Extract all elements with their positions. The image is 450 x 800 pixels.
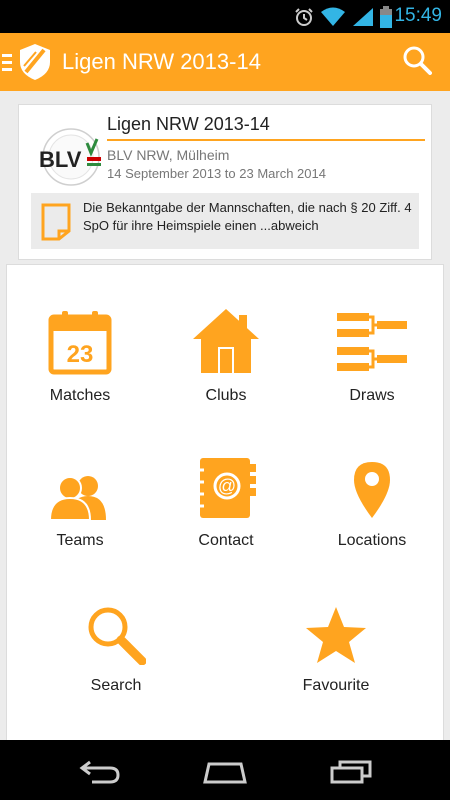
battery-icon [380, 6, 392, 28]
alarm-icon [295, 8, 313, 26]
notice-box[interactable]: Die Bekanntgabe der Mannschaften, die na… [31, 193, 419, 249]
wifi-icon [321, 7, 345, 26]
teams-tile[interactable]: Teams [7, 440, 153, 550]
search-tile[interactable]: Search [43, 585, 189, 695]
home-icon[interactable] [201, 758, 249, 784]
matches-tile[interactable]: 23 Matches [7, 295, 153, 405]
magnifier-icon [88, 607, 146, 665]
bracket-icon [337, 313, 407, 371]
star-icon [306, 607, 366, 663]
status-icons [294, 6, 392, 28]
league-title: Ligen NRW 2013-14 [107, 114, 270, 134]
contact-tile[interactable]: @ Contact [153, 440, 299, 550]
locations-tile[interactable]: Locations [299, 440, 445, 550]
house-icon [193, 309, 259, 373]
recent-apps-icon[interactable] [330, 758, 372, 784]
locations-label: Locations [337, 532, 407, 549]
app-title: Ligen NRW 2013-14 [62, 49, 261, 74]
notice-text: Die Bekanntgabe der Mannschaften, die na… [83, 200, 412, 233]
search-icon[interactable] [402, 45, 432, 75]
date-range: 14 September 2013 to 23 March 2014 [107, 166, 326, 181]
league-header-card[interactable]: BLV Ligen NRW 2013-14 BLV NRW, Mülheim 1… [18, 104, 432, 260]
draws-tile[interactable]: Draws [299, 295, 445, 405]
teams-label: Teams [56, 532, 104, 549]
status-bar: 15:49 [0, 0, 450, 33]
document-icon [41, 203, 71, 241]
app-logo-icon[interactable] [18, 42, 52, 82]
clubs-label: Clubs [205, 387, 247, 404]
menu-icon[interactable] [2, 52, 12, 72]
status-time: 15:49 [394, 5, 442, 26]
address-book-icon: @ [196, 458, 256, 518]
signal-icon [353, 8, 373, 26]
clubs-tile[interactable]: Clubs [153, 295, 299, 405]
blv-logo: BLV [39, 128, 101, 186]
favourite-tile[interactable]: Favourite [263, 585, 409, 695]
calendar-day: 23 [67, 341, 94, 368]
favourite-label: Favourite [302, 677, 370, 694]
navigation-bar [0, 740, 450, 800]
logo-text: BLV [39, 147, 82, 172]
svg-text:@: @ [218, 476, 236, 496]
title-divider [107, 139, 425, 141]
calendar-icon: 23 [48, 311, 112, 375]
contact-label: Contact [198, 532, 254, 549]
organizer-text: BLV NRW, Mülheim [107, 147, 230, 163]
search-label: Search [90, 677, 142, 694]
app-screen: { "status_bar": { "time": "15:49" }, "ac… [0, 0, 450, 800]
back-icon[interactable] [78, 758, 122, 784]
menu-grid: 23 Matches Clubs Draws Teams @ Contact L… [6, 264, 444, 744]
draws-label: Draws [349, 387, 395, 404]
matches-label: Matches [49, 387, 111, 404]
action-bar: Ligen NRW 2013-14 [0, 33, 450, 91]
map-pin-icon [354, 462, 390, 518]
people-icon [48, 476, 106, 520]
